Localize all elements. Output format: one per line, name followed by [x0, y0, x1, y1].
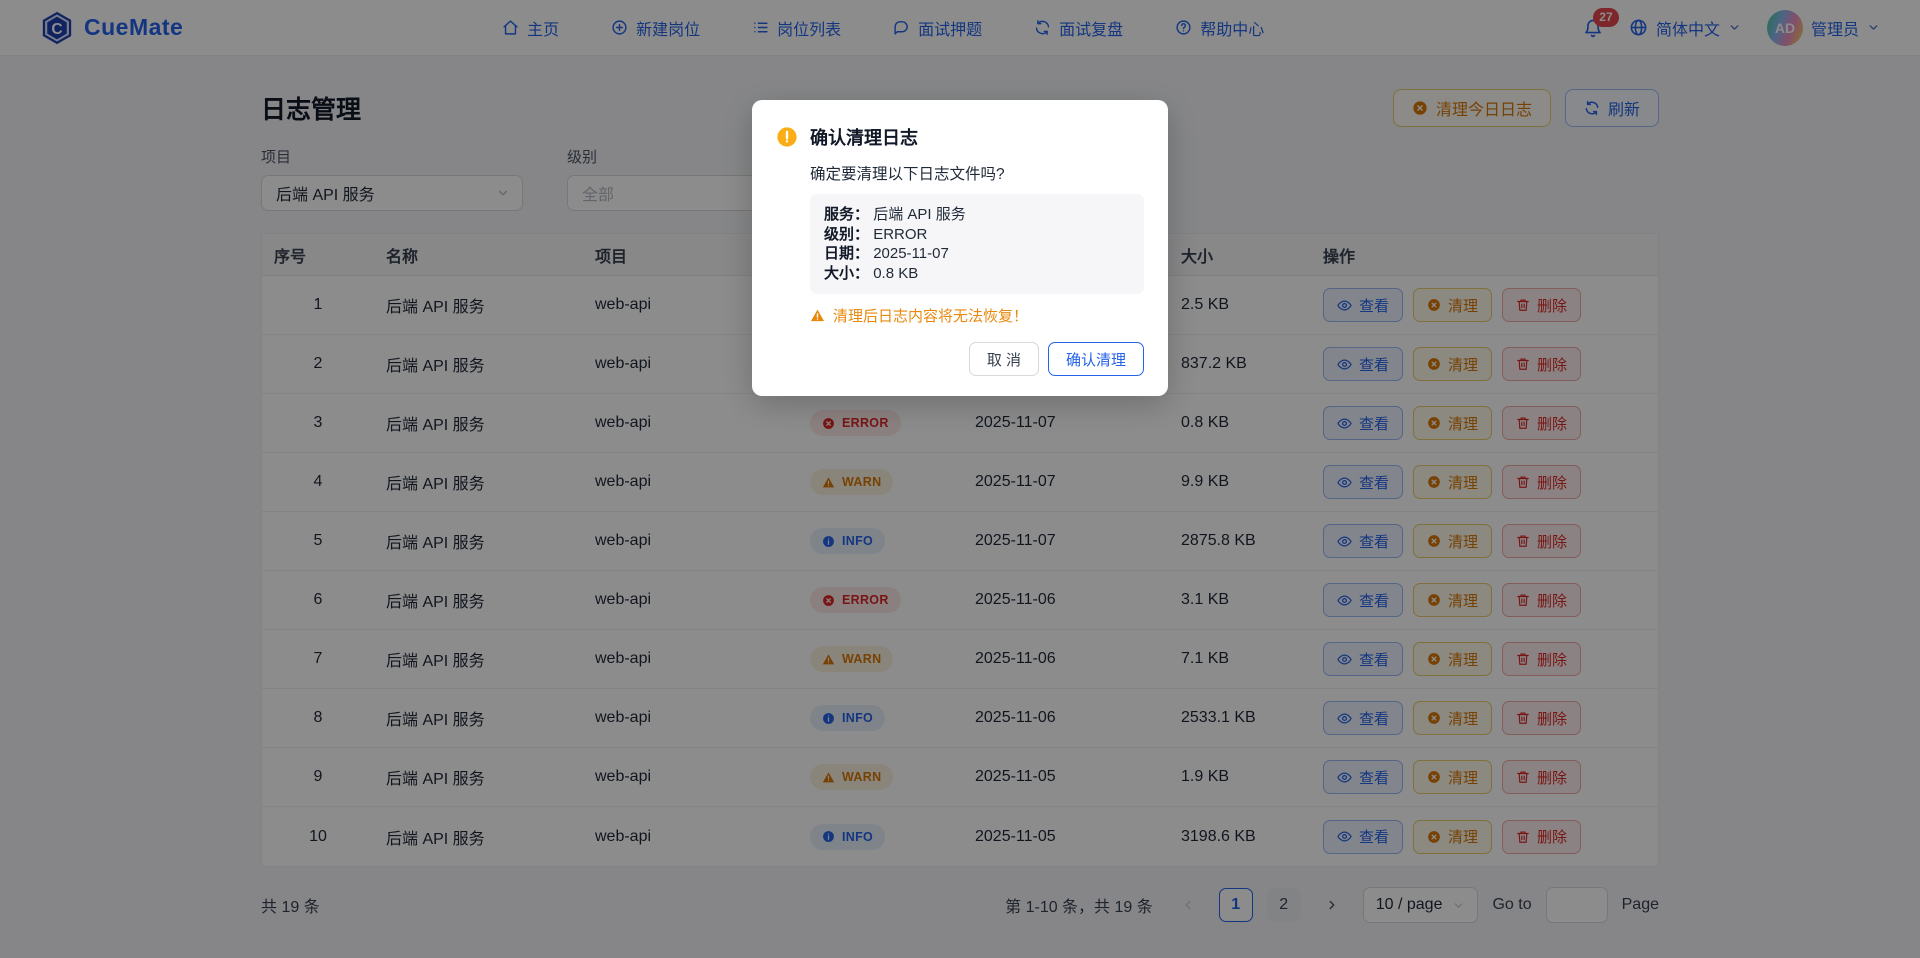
warning-triangle-icon [810, 308, 825, 323]
log-detail-line: 大小： 0.8 KB [824, 264, 1130, 284]
dialog-title: 确认清理日志 [810, 124, 918, 150]
confirm-clean-button[interactable]: 确认清理 [1048, 342, 1144, 376]
log-detail-box: 服务： 后端 API 服务 级别： ERROR 日期： 2025-11-07 大… [810, 194, 1144, 294]
exclamation-circle-icon [776, 126, 798, 148]
confirm-clean-dialog: 确认清理日志 确定要清理以下日志文件吗? 服务： 后端 API 服务 级别： E… [752, 100, 1168, 396]
log-detail-line: 服务： 后端 API 服务 [824, 205, 1130, 225]
log-detail-line: 日期： 2025-11-07 [824, 244, 1130, 264]
cancel-button[interactable]: 取 消 [969, 342, 1039, 376]
log-detail-line: 级别： ERROR [824, 225, 1130, 245]
dialog-question: 确定要清理以下日志文件吗? [810, 162, 1144, 184]
dialog-warning-text: 清理后日志内容将无法恢复！ [833, 305, 1028, 326]
